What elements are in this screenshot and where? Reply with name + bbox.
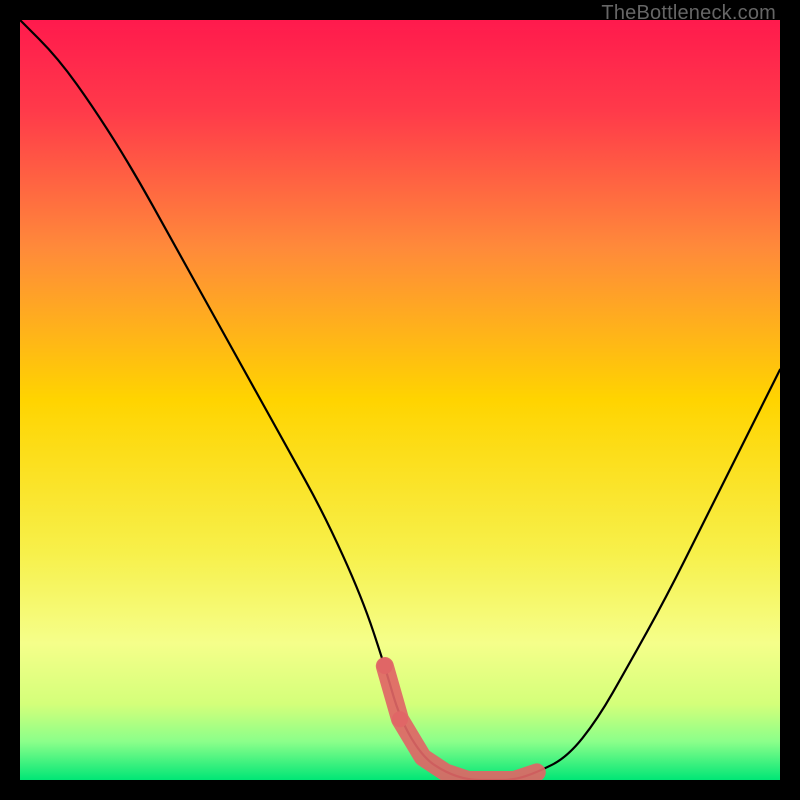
highlight-dot [377,658,393,674]
highlight-dot [392,711,408,727]
chart-frame: TheBottleneck.com [0,0,800,800]
gradient-background [20,20,780,780]
bottleneck-chart [20,20,780,780]
